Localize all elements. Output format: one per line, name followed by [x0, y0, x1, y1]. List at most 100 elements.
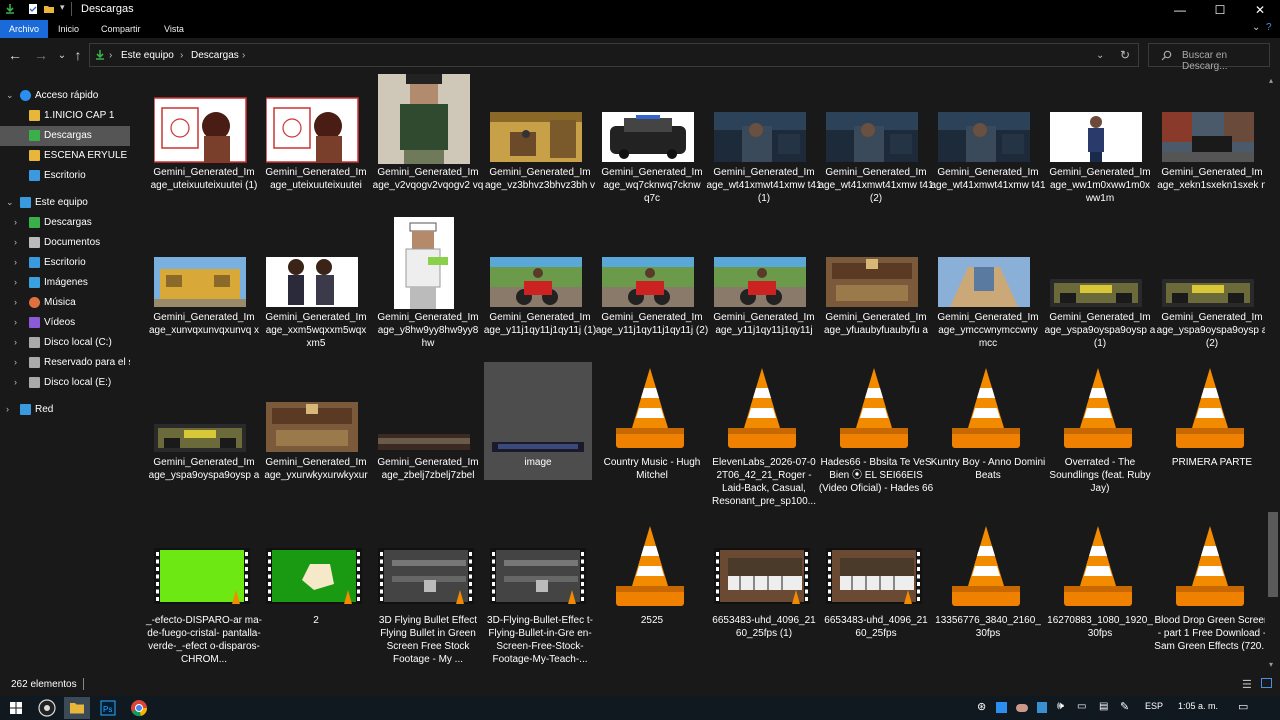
sidebar-item-escritorio[interactable]: Escritorio — [0, 166, 130, 186]
chevron-right-icon[interactable]: › — [14, 357, 17, 367]
file-explorer-icon[interactable] — [64, 697, 90, 719]
image-file-item[interactable]: Gemini_Generated_Im age_zbelj7zbelj7zbel — [370, 362, 480, 502]
tab-compartir[interactable]: Compartir — [92, 20, 150, 38]
video-file-item[interactable]: 6653483-uhd_4096_21 60_25fps — [818, 520, 928, 660]
chevron-right-icon[interactable]: › — [14, 217, 17, 227]
large-icons-view-icon[interactable] — [1261, 678, 1272, 688]
video-file-item[interactable]: 16270883_1080_1920_ 30fps — [1042, 520, 1153, 660]
maximize-button[interactable]: ☐ — [1200, 0, 1240, 20]
sidebar-item-red[interactable]: › Red — [0, 400, 130, 420]
image-file-item[interactable]: Gemini_Generated_Im age_v2vqogv2vqogv2 v… — [370, 74, 483, 212]
breadcrumb-descargas[interactable]: Descargas — [191, 50, 239, 61]
sidebar-item-escena-eryule-dis[interactable]: ESCENA ERYULE DIS — [0, 146, 130, 166]
video-file-item[interactable]: _-efecto-DISPARO-ar ma-de-fuego-cristal-… — [146, 520, 262, 665]
notifications-icon[interactable]: ▭ — [1238, 700, 1248, 713]
chevron-down-icon[interactable]: ⌄ — [6, 197, 14, 208]
video-file-item[interactable]: ElevenLabs_2026-07-0 2T06_42_21_Roger - … — [706, 362, 816, 507]
image-file-item[interactable]: Gemini_Generated_Im age_y11j1qy11j1qy11j… — [482, 217, 596, 357]
chevron-right-icon[interactable]: › — [14, 377, 17, 387]
photoshop-icon[interactable]: Ps — [95, 697, 121, 719]
chevron-down-icon[interactable]: ⌄ — [6, 90, 14, 101]
image-file-item[interactable]: Gemini_Generated_Im age_yfuaubyfuaubyfu … — [818, 217, 928, 357]
image-file-item[interactable]: Gemini_Generated_Im age_wt41xmwt41xmw t4… — [930, 74, 1046, 212]
tab-vista[interactable]: Vista — [155, 20, 193, 38]
windows-start-icon[interactable] — [3, 697, 29, 719]
video-file-item[interactable]: Hades66 - Bbsita Te VeS Bien ⦿ EL SEI66E… — [818, 362, 933, 502]
recent-locations-chevron-icon[interactable]: ⌄ — [54, 50, 70, 61]
mixer-icon[interactable]: ✎ — [1120, 700, 1129, 713]
video-file-item[interactable]: PRIMERA PARTE — [1154, 362, 1264, 502]
tray-cloud-icon[interactable] — [1016, 704, 1028, 712]
address-history-chevron-icon[interactable]: ⌄ — [1096, 50, 1104, 61]
volume-icon[interactable]: 🕪 — [1057, 700, 1064, 713]
image-file-item[interactable]: Gemini_Generated_Im age_uteixuuteixuutei… — [146, 74, 257, 212]
clock[interactable]: 1:05 a. m. — [1178, 701, 1218, 711]
address-bar[interactable]: › Este equipo › Descargas › ⌄ ↻ — [89, 43, 1139, 67]
image-file-item[interactable]: Gemini_Generated_Im age_uteixuuteixuutei — [258, 74, 368, 212]
video-file-item[interactable]: 2525 — [594, 520, 704, 660]
video-file-item[interactable]: Country Music - Hugh Mitchel — [594, 362, 704, 502]
sidebar-item-m-sica[interactable]: › Música — [0, 293, 130, 313]
video-file-item[interactable]: 2 — [258, 520, 368, 660]
tray-defender-icon[interactable] — [1037, 702, 1047, 713]
quick-access-dropdown-icon[interactable]: ▾ — [60, 2, 65, 13]
network-tray-icon[interactable]: ▭ — [1077, 701, 1086, 712]
chrome-icon[interactable] — [126, 697, 152, 719]
scroll-down-icon[interactable]: ▾ — [1269, 660, 1273, 669]
image-file-item[interactable]: Gemini_Generated_Im age_yspa9oyspa9oysp … — [1154, 217, 1265, 357]
image-file-item[interactable]: Gemini_Generated_Im age_yspa9oyspa9oysp … — [1042, 217, 1155, 357]
image-file-item[interactable]: Gemini_Generated_Im age_xekn1sxekn1sxek … — [1154, 74, 1265, 212]
forward-arrow-icon[interactable]: → — [33, 47, 49, 63]
chevron-right-icon[interactable]: › — [14, 277, 17, 287]
video-file-item[interactable]: Blood Drop Green Screen - part 1 Free Do… — [1154, 520, 1265, 660]
sidebar-item-im-genes[interactable]: › Imágenes — [0, 273, 130, 293]
obs-app-icon[interactable] — [34, 697, 60, 719]
sidebar-item-documentos[interactable]: › Documentos — [0, 233, 130, 253]
sidebar-item-v-deos[interactable]: › Vídeos — [0, 313, 130, 333]
sidebar-item-descargas[interactable]: Descargas — [0, 126, 130, 146]
up-arrow-icon[interactable]: ↑ — [70, 47, 86, 63]
properties-icon[interactable] — [27, 3, 39, 15]
close-button[interactable]: ✕ — [1240, 0, 1280, 20]
sidebar-item-este-equipo[interactable]: ⌄ Este equipo — [0, 193, 130, 213]
ribbon-expand-icon[interactable]: ⌄ — [1252, 22, 1260, 33]
sidebar-item-acceso-r-pido[interactable]: ⌄ Acceso rápido — [0, 86, 130, 106]
video-file-item[interactable]: Kuntry Boy - Anno Domini Beats — [930, 362, 1045, 502]
scrollbar-thumb[interactable] — [1268, 512, 1278, 597]
video-file-item[interactable]: 13356776_3840_2160_ 30fps — [930, 520, 1041, 660]
chevron-right-icon[interactable]: › — [14, 317, 17, 327]
image-file-item[interactable]: Gemini_Generated_Im age_yxurwkyxurwkyxur — [258, 362, 368, 502]
new-folder-icon[interactable] — [43, 3, 55, 15]
image-file-item[interactable]: Gemini_Generated_Im age_xxm5wqxxm5wqx xm… — [258, 217, 368, 357]
image-file-item[interactable]: image — [484, 362, 592, 480]
minimize-button[interactable]: — — [1160, 0, 1200, 20]
tray-app-icon[interactable]: ⊛ — [977, 700, 986, 713]
help-icon[interactable]: ? — [1266, 22, 1272, 33]
sidebar-item-descargas[interactable]: › Descargas — [0, 213, 130, 233]
sidebar-item-disco-local-c[interactable]: › Disco local (C:) — [0, 333, 130, 353]
image-file-item[interactable]: Gemini_Generated_Im age_y11j1qy11j1qy11j — [706, 217, 816, 357]
chevron-right-icon[interactable]: › — [14, 237, 17, 247]
details-view-icon[interactable]: ☰ — [1242, 678, 1252, 691]
chevron-right-icon[interactable]: › — [14, 257, 17, 267]
search-input[interactable]: Buscar en Descarg... — [1148, 43, 1270, 72]
back-arrow-icon[interactable]: ← — [7, 47, 23, 63]
image-file-item[interactable]: Gemini_Generated_Im age_wt41xmwt41xmw t4… — [818, 74, 934, 212]
video-file-item[interactable]: 3D Flying Bullet Effect Flying Bullet in… — [370, 520, 480, 665]
video-file-item[interactable]: Overrated - The Soundlings (feat. Ruby J… — [1042, 362, 1152, 502]
video-file-item[interactable]: 3D-Flying-Bullet-Effec t-Flying-Bullet-i… — [482, 520, 593, 665]
image-file-item[interactable]: Gemini_Generated_Im age_wq7cknwq7cknw q7… — [594, 74, 704, 212]
image-file-item[interactable]: Gemini_Generated_Im age_xunvqxunvqxunvq … — [146, 217, 259, 357]
sidebar-item-1-inicio-cap-1[interactable]: 1.INICIO CAP 1 — [0, 106, 130, 126]
image-file-item[interactable]: Gemini_Generated_Im age_vz3bhvz3bhvz3bh … — [482, 74, 595, 212]
sidebar-item-disco-local-e[interactable]: › Disco local (E:) — [0, 373, 130, 393]
sidebar-item-reservado-para-el-si[interactable]: › Reservado para el si — [0, 353, 130, 373]
chevron-right-icon[interactable]: › — [14, 337, 17, 347]
tab-inicio[interactable]: Inicio — [49, 20, 88, 38]
breadcrumb-este-equipo[interactable]: Este equipo — [121, 50, 174, 61]
tab-archivo[interactable]: Archivo — [0, 20, 49, 38]
image-file-item[interactable]: Gemini_Generated_Im age_wt41xmwt41xmw t4… — [706, 74, 822, 212]
video-file-item[interactable]: 6653483-uhd_4096_21 60_25fps (1) — [706, 520, 816, 660]
image-file-item[interactable]: Gemini_Generated_Im age_y11j1qy11j1qy11j… — [594, 217, 708, 357]
chevron-right-icon[interactable]: › — [14, 297, 17, 307]
